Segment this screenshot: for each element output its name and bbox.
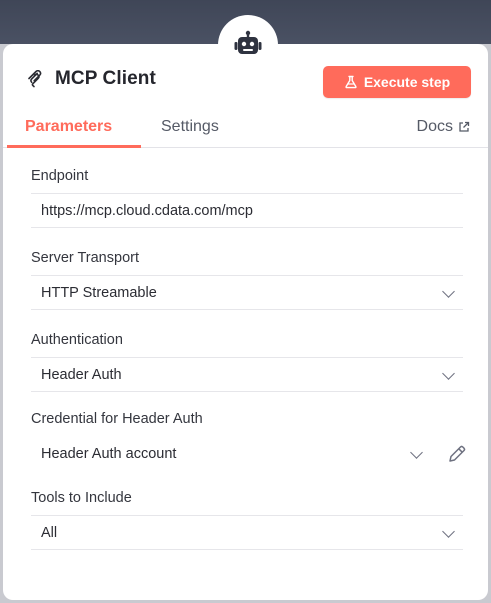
node-settings-panel: MCP Client Execute step Parameters Setti… [3,44,488,600]
credential-select[interactable]: Header Auth account [31,436,466,471]
authentication-label: Authentication [31,332,123,348]
endpoint-label: Endpoint [31,168,89,184]
robot-icon [234,30,262,54]
server-transport-label: Server Transport [31,250,139,266]
mcp-logo-icon [28,70,42,88]
authentication-value: Header Auth [41,366,122,383]
authentication-select[interactable]: Header Auth [31,357,463,392]
tools-value: All [41,524,58,541]
panel-tabs: Parameters Settings Docs [3,108,488,148]
credential-field: Credential for Header Auth Header Auth a… [31,409,466,471]
endpoint-input[interactable]: https://mcp.cloud.cdata.com/mcp [31,193,463,228]
docs-label: Docs [416,118,453,135]
server-transport-field: Server Transport HTTP Streamable [31,248,463,310]
external-link-icon [459,121,470,132]
endpoint-field: Endpoint https://mcp.cloud.cdata.com/mcp [31,166,463,228]
node-icon-badge [218,15,278,75]
chevron-down-icon [410,445,423,459]
tab-settings[interactable]: Settings [161,118,219,136]
execute-step-label: Execute step [363,74,451,90]
server-transport-value: HTTP Streamable [41,284,157,301]
tools-label: Tools to Include [31,490,132,506]
authentication-field: Authentication Header Auth [31,330,463,392]
pencil-icon[interactable] [446,443,468,465]
tools-select[interactable]: All [31,515,463,550]
flask-icon [345,75,357,89]
node-title-group: MCP Client [27,68,156,90]
tools-field: Tools to Include All [31,488,463,550]
execute-step-button[interactable]: Execute step [323,66,471,98]
server-transport-select[interactable]: HTTP Streamable [31,275,463,310]
chevron-down-icon [442,524,455,538]
chevron-down-icon [442,284,455,298]
chevron-down-icon [442,366,455,380]
node-title: MCP Client [55,68,156,89]
active-tab-indicator [7,145,141,148]
tab-parameters[interactable]: Parameters [25,118,112,136]
credential-value: Header Auth account [41,445,177,462]
credential-label: Credential for Header Auth [31,411,203,427]
endpoint-value: https://mcp.cloud.cdata.com/mcp [41,202,253,219]
docs-link[interactable]: Docs [417,118,470,136]
